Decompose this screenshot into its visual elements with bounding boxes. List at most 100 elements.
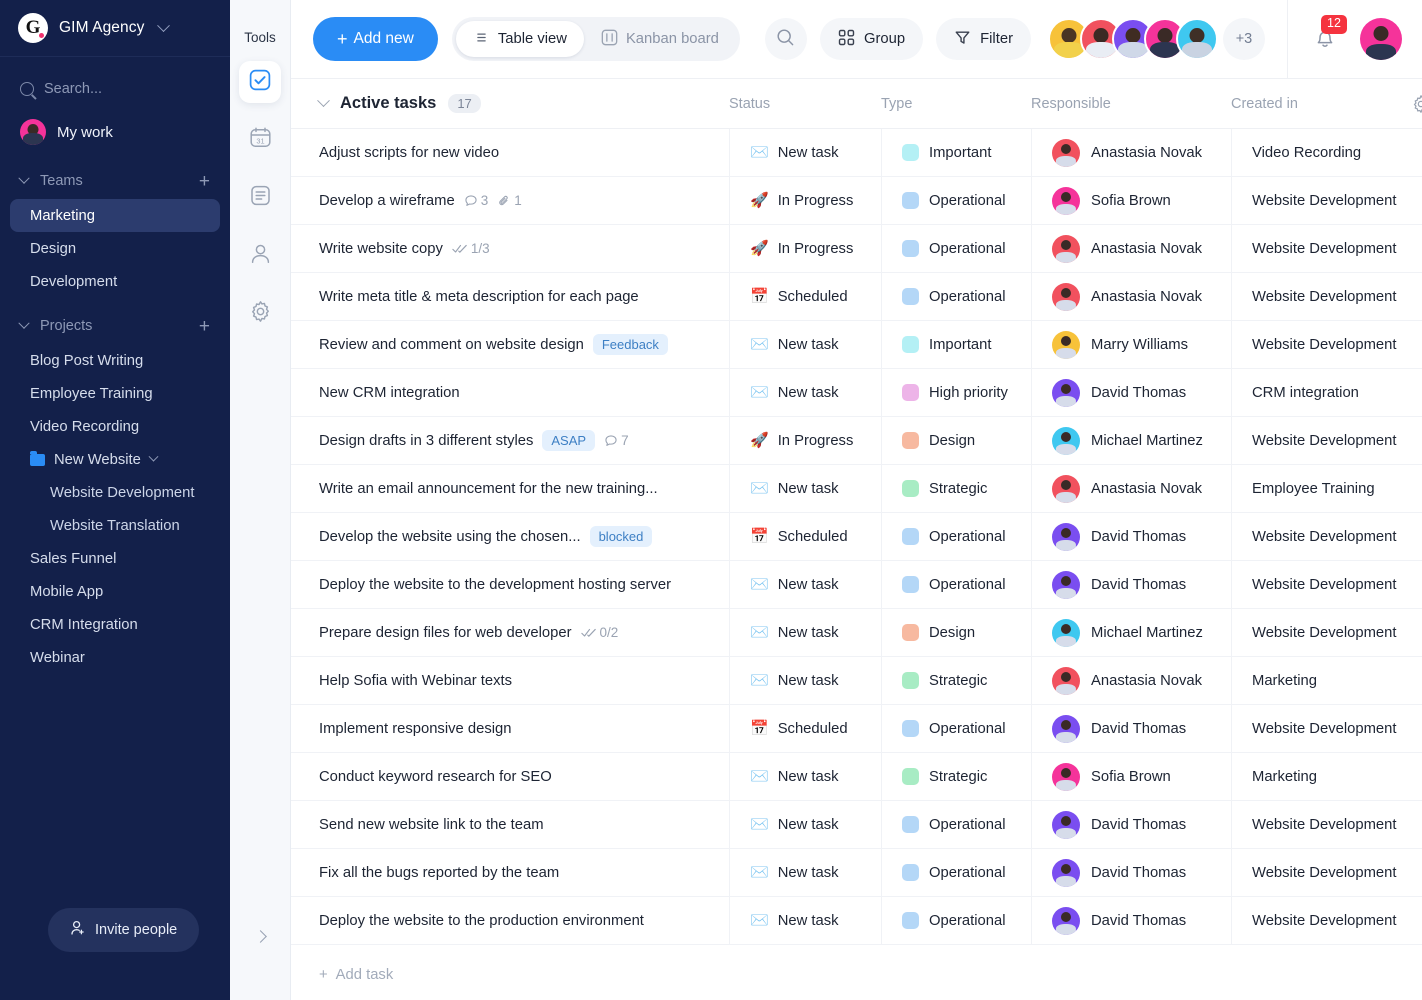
group-button[interactable]: Group — [819, 18, 924, 60]
task-name-cell[interactable]: Review and comment on website design Feed… — [319, 321, 729, 369]
sidebar-item-mobile-app[interactable]: Mobile App — [10, 575, 220, 608]
column-header-created-in[interactable]: Created in — [1231, 96, 1411, 112]
status-cell[interactable]: 🚀 In Progress — [729, 416, 881, 465]
responsible-cell[interactable]: Michael Martinez — [1031, 416, 1231, 465]
responsible-cell[interactable]: Anastasia Novak — [1031, 224, 1231, 273]
status-cell[interactable]: ✉️ New task — [729, 464, 881, 513]
sidebar-item-my-work[interactable]: My work — [0, 111, 230, 153]
table-row[interactable]: Develop the website using the chosen... b… — [291, 512, 1422, 561]
status-cell[interactable]: 🚀 In Progress — [729, 176, 881, 225]
created-in-cell[interactable]: Marketing — [1231, 656, 1411, 705]
created-in-cell[interactable]: Marketing — [1231, 752, 1411, 801]
sidebar-item-marketing[interactable]: Marketing — [10, 199, 220, 232]
type-cell[interactable]: Strategic — [881, 656, 1031, 705]
type-cell[interactable]: Design — [881, 608, 1031, 657]
tool-settings[interactable] — [239, 293, 281, 335]
task-name-cell[interactable]: Send new website link to the team — [319, 801, 729, 849]
responsible-cell[interactable]: David Thomas — [1031, 512, 1231, 561]
status-cell[interactable]: ✉️ New task — [729, 896, 881, 945]
responsible-cell[interactable]: Anastasia Novak — [1031, 272, 1231, 321]
search-button[interactable] — [764, 18, 807, 60]
created-in-cell[interactable]: Website Development — [1231, 848, 1411, 897]
table-row[interactable]: New CRM integration ✉️ New task High priori… — [291, 368, 1422, 417]
sidebar-search[interactable] — [0, 67, 230, 111]
tab-table-view[interactable]: Table view — [455, 21, 584, 57]
status-cell[interactable]: 📅 Scheduled — [729, 512, 881, 561]
table-row[interactable]: Conduct keyword research for SEO ✉️ New ta… — [291, 752, 1422, 801]
created-in-cell[interactable]: Website Development — [1231, 176, 1411, 225]
add-new-button[interactable]: + Add new — [313, 17, 438, 61]
created-in-cell[interactable]: Website Development — [1231, 704, 1411, 753]
sidebar-item-blog-post-writing[interactable]: Blog Post Writing — [10, 344, 220, 377]
status-cell[interactable]: ✉️ New task — [729, 129, 881, 177]
created-in-cell[interactable]: Website Development — [1231, 224, 1411, 273]
status-cell[interactable]: ✉️ New task — [729, 848, 881, 897]
responsible-cell[interactable]: David Thomas — [1031, 896, 1231, 945]
task-name-cell[interactable]: Deploy the website to the production env… — [319, 897, 729, 945]
status-cell[interactable]: ✉️ New task — [729, 608, 881, 657]
status-cell[interactable]: ✉️ New task — [729, 752, 881, 801]
responsible-cell[interactable]: Anastasia Novak — [1031, 464, 1231, 513]
sidebar-item-sales-funnel[interactable]: Sales Funnel — [10, 542, 220, 575]
sidebar-item-video-recording[interactable]: Video Recording — [10, 410, 220, 443]
table-row[interactable]: Write meta title & meta description for … — [291, 272, 1422, 321]
sidebar-item-design[interactable]: Design — [10, 232, 220, 265]
expand-sidebar-button[interactable] — [248, 924, 272, 948]
sidebar-item-development[interactable]: Development — [10, 265, 220, 298]
type-cell[interactable]: Important — [881, 129, 1031, 177]
status-cell[interactable]: 📅 Scheduled — [729, 272, 881, 321]
filter-button[interactable]: Filter — [936, 18, 1031, 60]
add-team-button[interactable]: + — [199, 172, 210, 191]
table-row[interactable]: Prepare design files for web developer 0/… — [291, 608, 1422, 657]
type-cell[interactable]: Operational — [881, 800, 1031, 849]
table-settings-button[interactable] — [1411, 94, 1422, 114]
type-cell[interactable]: Operational — [881, 704, 1031, 753]
add-task-button[interactable]: + Add task — [291, 950, 1422, 1000]
sidebar-item-crm-integration[interactable]: CRM Integration — [10, 608, 220, 641]
task-name-cell[interactable]: Design drafts in 3 different styles ASAP 7 — [319, 417, 729, 465]
type-cell[interactable]: Strategic — [881, 464, 1031, 513]
type-cell[interactable]: Operational — [881, 224, 1031, 273]
created-in-cell[interactable]: Website Development — [1231, 416, 1411, 465]
created-in-cell[interactable]: CRM integration — [1231, 368, 1411, 417]
task-name-cell[interactable]: Develop the website using the chosen... b… — [319, 513, 729, 561]
created-in-cell[interactable]: Video Recording — [1231, 129, 1411, 177]
task-name-cell[interactable]: Write an email announcement for the new … — [319, 465, 729, 513]
type-cell[interactable]: Important — [881, 320, 1031, 369]
responsible-cell[interactable]: Sofia Brown — [1031, 752, 1231, 801]
workspace-switcher[interactable]: G GIM Agency — [0, 0, 230, 57]
table-row[interactable]: Send new website link to the team ✉️ New t… — [291, 800, 1422, 849]
task-name-cell[interactable]: Deploy the website to the development ho… — [319, 561, 729, 609]
member-avatar-group[interactable]: +3 — [1048, 18, 1265, 60]
type-cell[interactable]: Operational — [881, 848, 1031, 897]
created-in-cell[interactable]: Website Development — [1231, 608, 1411, 657]
user-avatar[interactable] — [1360, 18, 1402, 60]
more-members-badge[interactable]: +3 — [1223, 18, 1265, 60]
tool-tasks[interactable] — [239, 61, 281, 103]
sidebar-section-teams[interactable]: Teams + — [0, 163, 230, 199]
task-name-cell[interactable]: Help Sofia with Webinar texts — [319, 657, 729, 705]
created-in-cell[interactable]: Website Development — [1231, 272, 1411, 321]
type-cell[interactable]: Operational — [881, 896, 1031, 945]
type-cell[interactable]: Strategic — [881, 752, 1031, 801]
sidebar-section-projects[interactable]: Projects + — [0, 308, 230, 344]
task-name-cell[interactable]: Develop a wireframe 3 1 — [319, 177, 729, 225]
created-in-cell[interactable]: Website Development — [1231, 560, 1411, 609]
add-project-button[interactable]: + — [199, 317, 210, 336]
status-cell[interactable]: ✉️ New task — [729, 368, 881, 417]
table-row[interactable]: Fix all the bugs reported by the team ✉️ N… — [291, 848, 1422, 897]
group-header[interactable]: Active tasks 17 — [317, 94, 729, 113]
task-name-cell[interactable]: Write website copy 1/3 — [319, 225, 729, 273]
table-row[interactable]: Write website copy 1/3 🚀 In Progress Operati… — [291, 224, 1422, 273]
table-row[interactable]: Deploy the website to the production env… — [291, 896, 1422, 945]
table-row[interactable]: Help Sofia with Webinar texts ✉️ New task S… — [291, 656, 1422, 705]
type-cell[interactable]: High priority — [881, 368, 1031, 417]
table-row[interactable]: Write an email announcement for the new … — [291, 464, 1422, 513]
tool-documents[interactable] — [239, 177, 281, 219]
type-cell[interactable]: Operational — [881, 176, 1031, 225]
type-cell[interactable]: Operational — [881, 560, 1031, 609]
status-cell[interactable]: ✉️ New task — [729, 320, 881, 369]
status-cell[interactable]: 📅 Scheduled — [729, 704, 881, 753]
task-name-cell[interactable]: Prepare design files for web developer 0/… — [319, 609, 729, 657]
task-name-cell[interactable]: Implement responsive design — [319, 705, 729, 753]
